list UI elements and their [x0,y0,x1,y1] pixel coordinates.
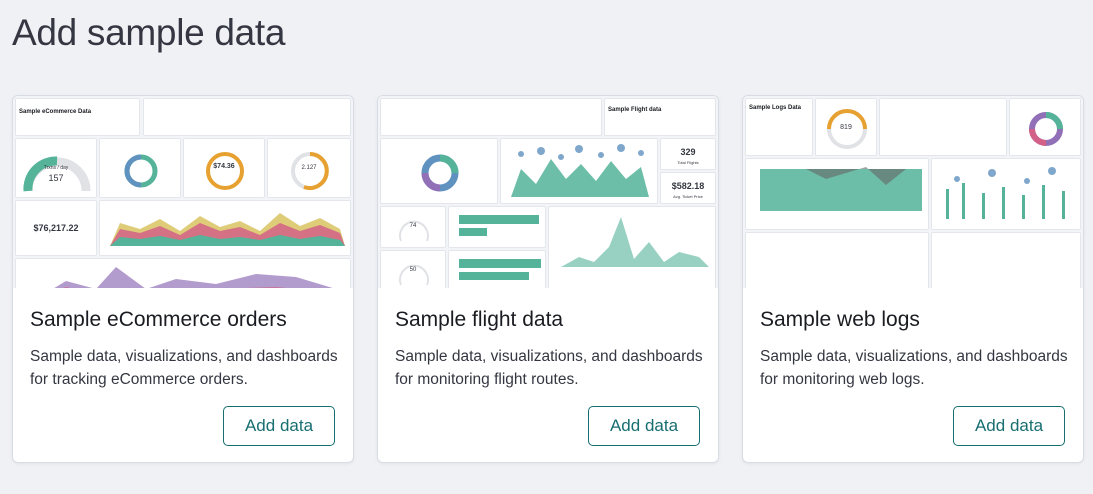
flight-dashboard-preview: Sample Flight data 329 Total Flights $582… [378,96,718,288]
avg-spend: $74.36 [213,163,235,170]
cancellations-value: 50 [409,267,417,273]
delays-value: 74 [409,223,417,229]
sample-web-logs-card[interactable]: Sample Logs Data 819 Sample web logs Sam… [742,95,1084,463]
gauge-value: 157 [48,173,64,183]
avg-ticket-price-label: Avg. Ticket Price [673,194,703,199]
sample-flight-card[interactable]: Sample Flight data 329 Total Flights $582… [377,95,719,463]
ecommerce-dashboard-preview: Sample eCommerce Data Trxns / day 157 $7… [13,96,353,288]
sample-ecommerce-card[interactable]: Sample eCommerce Data Trxns / day 157 $7… [12,95,354,463]
add-data-button[interactable]: Add data [953,406,1065,446]
card-description: Sample data, visualizations, and dashboa… [30,348,338,388]
page-title: Add sample data [12,12,286,53]
total-flights-label: Total Flights [677,160,699,165]
total-flights: 329 [680,147,696,157]
avg-ticket-price: $582.18 [671,181,705,191]
add-data-button[interactable]: Add data [223,406,335,446]
gauge-label: Trxns / day [43,165,69,171]
thumb-heading: Sample Logs Data [749,105,802,111]
add-data-button[interactable]: Add data [588,406,700,446]
card-description: Sample data, visualizations, and dashboa… [395,348,703,388]
card-title: Sample eCommerce orders [30,308,287,331]
gauge-value: 819 [840,124,852,131]
avg-items: 2.127 [301,165,317,171]
card-description: Sample data, visualizations, and dashboa… [760,348,1068,388]
card-title: Sample flight data [395,308,564,331]
total-revenue: $76,217.22 [33,223,79,233]
card-title: Sample web logs [760,308,920,331]
web-logs-dashboard-preview: Sample Logs Data 819 [743,96,1083,288]
thumb-heading: Sample eCommerce Data [19,109,92,115]
thumb-heading: Sample Flight data [608,107,662,113]
